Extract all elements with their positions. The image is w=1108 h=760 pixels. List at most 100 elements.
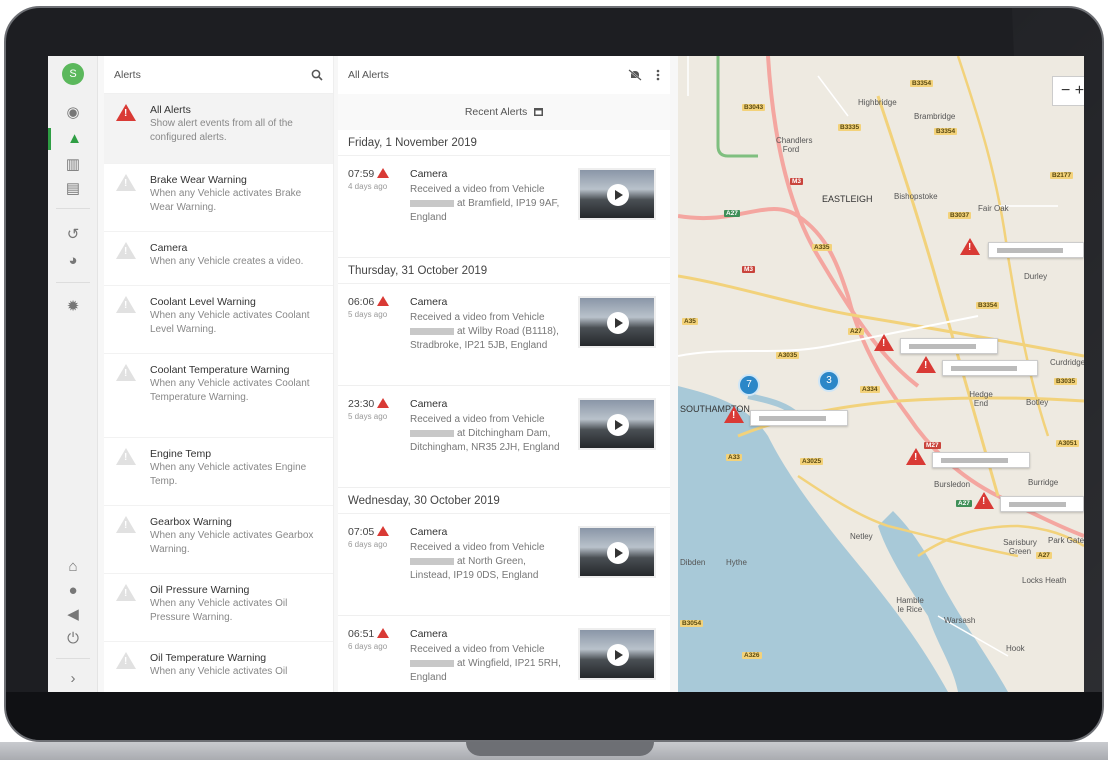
- alert-type-item[interactable]: Gearbox Warning When any Vehicle activate…: [104, 506, 333, 574]
- vehicle-label[interactable]: [1000, 496, 1084, 512]
- map-place-label: Brambridge: [914, 112, 956, 121]
- alert-event-row[interactable]: 06:51 6 days ago Camera Received a video f…: [338, 616, 670, 692]
- history-icon[interactable]: ↺: [48, 224, 98, 246]
- user-icon[interactable]: ●: [48, 580, 98, 602]
- alert-event-row[interactable]: 07:59 4 days ago Camera Received a video f…: [338, 156, 670, 258]
- video-thumbnail[interactable]: [578, 398, 656, 450]
- play-icon[interactable]: [607, 542, 629, 564]
- alert-type-item[interactable]: Oil Temperature Warning When any Vehicle …: [104, 642, 333, 692]
- event-time-block: 07:59 4 days ago: [348, 168, 410, 245]
- alert-event-row[interactable]: 07:05 6 days ago Camera Received a video f…: [338, 514, 670, 616]
- road-badge: B3037: [948, 212, 972, 219]
- map-place-label: Locks Heath: [1022, 576, 1067, 585]
- compass-icon[interactable]: ◉: [48, 102, 98, 124]
- alert-type-description: When any Vehicle activates Coolant Level…: [150, 310, 310, 335]
- alert-type-item[interactable]: Coolant Temperature Warning When any Vehi…: [104, 354, 333, 438]
- event-line: Stradbroke, IP21 5JB, England: [410, 340, 548, 351]
- video-thumbnail[interactable]: [578, 168, 656, 220]
- laptop-frame: S ◉ ▲ ▥ ▤ ↺ ◕ ✹ ⌂ ● ◀ ⏻ › Alerts All: [4, 6, 1104, 742]
- play-icon[interactable]: [607, 644, 629, 666]
- zoom-in-button[interactable]: +: [1075, 82, 1084, 99]
- vehicle-label[interactable]: [750, 410, 848, 426]
- alert-event-row[interactable]: 06:06 5 days ago Camera Received a video f…: [338, 284, 670, 386]
- play-icon[interactable]: [607, 184, 629, 206]
- map-place-label: Burridge: [1028, 478, 1059, 487]
- alert-map-marker[interactable]: [916, 356, 936, 373]
- alert-map-marker[interactable]: [974, 492, 994, 509]
- app-screen: S ◉ ▲ ▥ ▤ ↺ ◕ ✹ ⌂ ● ◀ ⏻ › Alerts All: [48, 56, 1084, 692]
- power-icon[interactable]: ⏻: [48, 628, 98, 650]
- vehicle-label[interactable]: [942, 360, 1038, 376]
- road-badge: B3035: [1054, 378, 1078, 385]
- road-badge: A35: [682, 318, 698, 325]
- alert-type-description: When any Vehicle activates Coolant Tempe…: [150, 378, 310, 403]
- road-badge: A27: [1036, 552, 1052, 559]
- alert-triangle-icon: [116, 652, 136, 669]
- alert-type-description: When any Vehicle activates Brake Wear Wa…: [150, 188, 302, 213]
- alert-map-marker[interactable]: [960, 238, 980, 255]
- alert-triangle-icon: [116, 516, 136, 533]
- alert-event-row[interactable]: 23:30 5 days ago Camera Received a video f…: [338, 386, 670, 488]
- alert-type-item[interactable]: Camera When any Vehicle creates a video.: [104, 232, 333, 286]
- calendar-icon[interactable]: [534, 107, 544, 116]
- vehicle-label[interactable]: [900, 338, 998, 354]
- event-body: Camera Received a video from Vehicle at No…: [410, 526, 576, 603]
- zoom-out-button[interactable]: −: [1061, 82, 1070, 99]
- megaphone-icon[interactable]: ◀: [48, 604, 98, 626]
- alert-map-marker[interactable]: [874, 334, 894, 351]
- event-line: Linstead, IP19 0DS, England: [410, 570, 539, 581]
- play-icon[interactable]: [607, 414, 629, 436]
- more-vertical-icon[interactable]: [656, 69, 660, 81]
- redacted-vehicle-id: [410, 327, 454, 335]
- home-icon[interactable]: ⌂: [48, 556, 98, 578]
- settings-gear-icon[interactable]: ✹: [48, 296, 98, 318]
- event-type: Camera: [410, 628, 448, 640]
- reports-chart-icon[interactable]: ▥: [48, 154, 98, 176]
- event-description: Received a video from Vehicle at Wilby Ro…: [410, 311, 576, 353]
- event-line: Ditchingham, NR35 2JH, England: [410, 442, 560, 453]
- alert-type-item[interactable]: Engine Temp When any Vehicle activates En…: [104, 438, 333, 506]
- vehicle-cluster-marker[interactable]: 3: [818, 370, 840, 392]
- play-icon[interactable]: [607, 312, 629, 334]
- event-type: Camera: [410, 296, 448, 308]
- alert-type-item[interactable]: Oil Pressure Warning When any Vehicle act…: [104, 574, 333, 642]
- alert-map-marker[interactable]: [906, 448, 926, 465]
- map-place-label: Dibden: [680, 558, 706, 567]
- alert-type-item[interactable]: Brake Wear Warning When any Vehicle activ…: [104, 164, 333, 232]
- video-thumbnail[interactable]: [578, 296, 656, 348]
- alert-type-all-alerts[interactable]: All Alerts Show alert events from all of …: [104, 94, 333, 164]
- map-zoom-control[interactable]: − +: [1052, 76, 1084, 106]
- calendar-icon[interactable]: ▤: [48, 178, 98, 200]
- alert-type-item[interactable]: Coolant Level Warning When any Vehicle ac…: [104, 286, 333, 354]
- video-thumbnail[interactable]: [578, 628, 656, 680]
- map-place-label: Bursledon: [934, 480, 971, 489]
- map-place-label: Hamble le Rice: [896, 596, 924, 614]
- redacted-vehicle-id: [410, 199, 454, 207]
- alert-icon[interactable]: ▲: [48, 128, 98, 150]
- expand-chevron-icon[interactable]: ›: [48, 668, 98, 690]
- vehicle-label[interactable]: [988, 242, 1084, 258]
- alert-map-marker[interactable]: [724, 406, 744, 423]
- video-thumbnail[interactable]: [578, 526, 656, 578]
- map-place-label: Durley: [1024, 272, 1048, 281]
- alert-triangle-icon: [116, 296, 136, 313]
- day-header: Thursday, 31 October 2019: [338, 258, 670, 284]
- vehicle-cluster-marker[interactable]: 7: [738, 374, 760, 396]
- map-view[interactable]: − + Highbridge Brambridge Chandlers Ford…: [678, 56, 1084, 692]
- event-ago: 6 days ago: [348, 642, 388, 651]
- event-time-block: 23:30 5 days ago: [348, 398, 410, 475]
- road-badge: M3: [790, 178, 804, 185]
- user-avatar[interactable]: S: [62, 63, 84, 85]
- event-body: Camera Received a video from Vehicle at Di…: [410, 398, 576, 475]
- map-place-label: EASTLEIGH: [822, 194, 873, 204]
- event-line: at North Green,: [457, 556, 526, 567]
- road-badge: A335: [812, 244, 832, 251]
- bell-off-icon[interactable]: [628, 69, 642, 81]
- vehicle-label[interactable]: [932, 452, 1030, 468]
- pie-chart-icon[interactable]: ◕: [48, 250, 98, 272]
- recent-alerts-label: Recent Alerts: [464, 106, 528, 118]
- road-badge: B3354: [910, 80, 934, 87]
- alert-triangle-icon: [377, 168, 390, 178]
- search-icon[interactable]: [311, 69, 323, 81]
- map-place-label: Bishopstoke: [894, 192, 938, 201]
